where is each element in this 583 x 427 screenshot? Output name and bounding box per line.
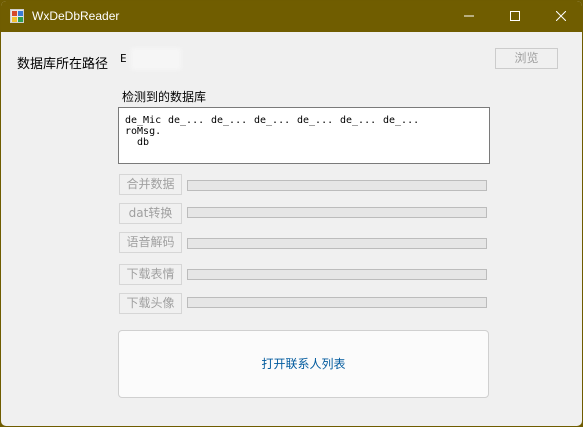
download-avatar-button[interactable]: 下载头像 <box>119 293 182 314</box>
database-item[interactable]: de_Mic roMsg. db <box>125 115 161 148</box>
merge-data-button[interactable]: 合并数据 <box>119 174 182 195</box>
dat-convert-button[interactable]: dat转换 <box>119 203 182 224</box>
database-item[interactable]: de_... <box>168 115 204 126</box>
database-item[interactable]: de_... <box>254 115 290 126</box>
voice-decode-button[interactable]: 语音解码 <box>119 232 182 253</box>
merge-progress-bar <box>187 180 487 191</box>
voice-progress-bar <box>187 238 487 249</box>
main-window: WxDeDbReader 数据库所在路径 E 浏览 检测到的数据库 de_Mic… <box>0 0 583 427</box>
emoji-progress-bar <box>187 269 487 280</box>
database-item[interactable]: de_... <box>211 115 247 126</box>
database-list[interactable]: de_Mic roMsg. db de_... de_... de_... de… <box>118 107 490 164</box>
browse-button[interactable]: 浏览 <box>495 48 558 69</box>
close-icon <box>556 11 566 21</box>
database-item[interactable]: de_... <box>383 115 419 126</box>
minimize-icon <box>464 15 474 17</box>
window-title: WxDeDbReader <box>32 9 120 23</box>
title-bar[interactable]: WxDeDbReader <box>1 1 582 32</box>
database-item[interactable]: de_... <box>340 115 376 126</box>
app-icon <box>10 9 24 23</box>
detected-db-label: 检测到的数据库 <box>122 90 207 104</box>
close-button[interactable] <box>538 1 582 32</box>
maximize-icon <box>510 11 520 21</box>
minimize-button[interactable] <box>446 1 492 32</box>
avatar-progress-bar <box>187 297 487 308</box>
path-redaction <box>131 48 181 70</box>
maximize-button[interactable] <box>492 1 538 32</box>
path-label: 数据库所在路径 <box>17 57 109 72</box>
dat-progress-bar <box>187 207 487 218</box>
database-item[interactable]: de_... <box>297 115 333 126</box>
download-emoji-button[interactable]: 下载表情 <box>119 264 182 285</box>
open-contacts-button[interactable]: 打开联系人列表 <box>118 330 489 398</box>
